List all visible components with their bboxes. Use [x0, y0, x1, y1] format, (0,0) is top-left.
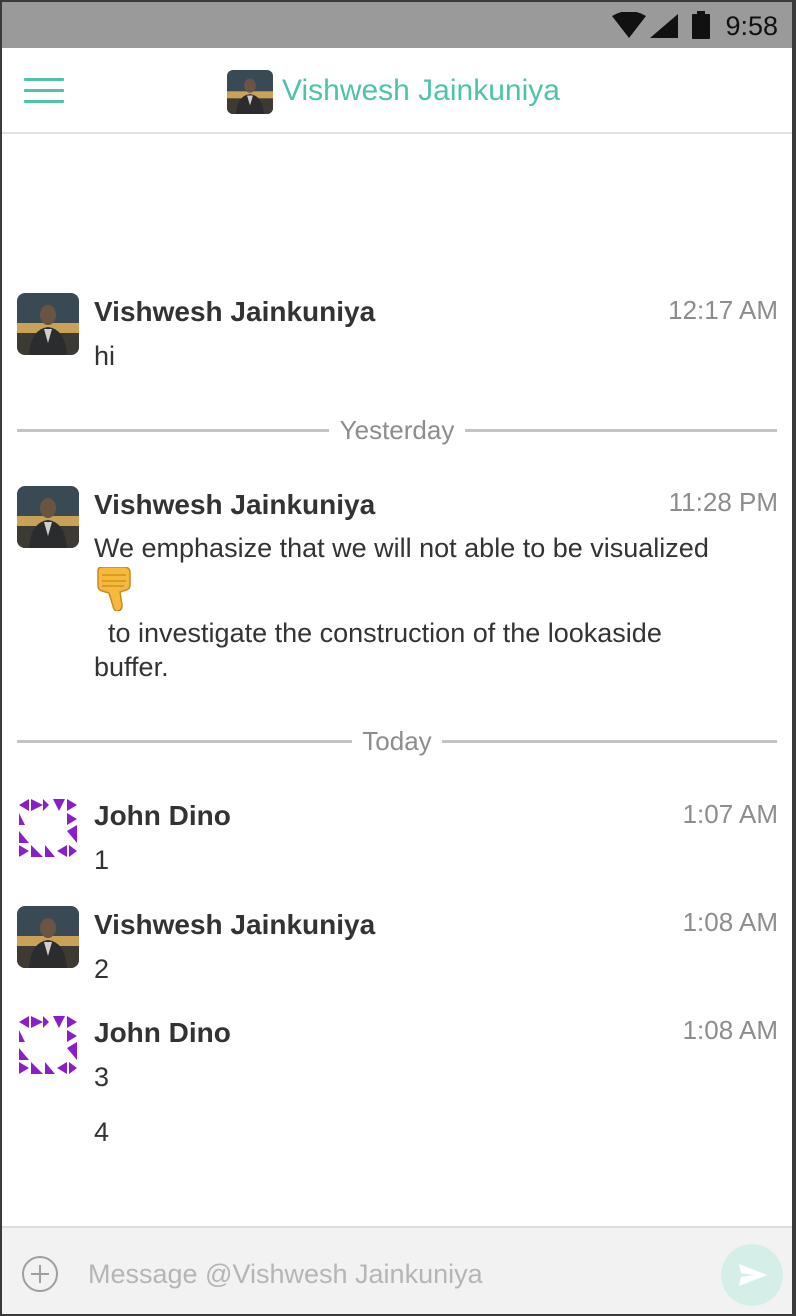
- chat-screen: 9:58 Vishwesh Jainkuniya Vishwesh Jainku…: [2, 2, 792, 1314]
- app-bar: Vishwesh Jainkuniya: [2, 48, 792, 134]
- send-button[interactable]: [721, 1244, 783, 1306]
- message-text: 1: [94, 845, 110, 875]
- avatar[interactable]: [17, 797, 79, 859]
- date-divider: Yesterday: [17, 415, 777, 445]
- wifi-icon: [612, 12, 646, 38]
- status-time: 9:58: [725, 11, 778, 41]
- date-divider-label: Yesterday: [329, 415, 465, 445]
- status-bar: 9:58: [2, 2, 792, 48]
- message-sender[interactable]: John Dino: [94, 800, 231, 832]
- hamburger-menu-icon[interactable]: [24, 78, 64, 104]
- message-text: 4: [94, 1117, 110, 1147]
- add-circle-icon[interactable]: [22, 1256, 58, 1292]
- message-time: 1:07 AM: [682, 799, 778, 829]
- avatar[interactable]: [17, 486, 79, 548]
- message-input[interactable]: [88, 1252, 688, 1296]
- header-avatar[interactable]: [227, 70, 273, 114]
- message-sender[interactable]: Vishwesh Jainkuniya: [94, 296, 375, 328]
- thumbs-down-emoji: [97, 567, 131, 611]
- message-text-line: We emphasize that we will not able to be…: [94, 533, 709, 563]
- message-text-line: buffer.: [94, 652, 169, 682]
- message-time: 1:08 AM: [682, 1015, 778, 1045]
- message-time: 1:08 AM: [682, 907, 778, 937]
- battery-icon: [692, 11, 710, 39]
- message-text: hi: [94, 341, 116, 371]
- message-sender[interactable]: Vishwesh Jainkuniya: [94, 489, 375, 521]
- avatar[interactable]: [17, 1014, 79, 1076]
- message-time: 12:17 AM: [668, 295, 778, 325]
- message-sender[interactable]: Vishwesh Jainkuniya: [94, 909, 375, 941]
- send-icon: [739, 1264, 767, 1286]
- conversation-title[interactable]: Vishwesh Jainkuniya: [282, 74, 560, 108]
- message-sender[interactable]: John Dino: [94, 1017, 231, 1049]
- message-text: 2: [94, 954, 110, 984]
- message-text-line: to investigate the construction of the l…: [108, 618, 662, 648]
- cellular-signal-icon: [650, 14, 678, 38]
- avatar[interactable]: [17, 293, 79, 355]
- message-text: 3: [94, 1062, 110, 1092]
- message-time: 11:28 PM: [668, 487, 778, 517]
- date-divider-label: Today: [352, 726, 442, 756]
- date-divider: Today: [17, 726, 777, 756]
- message-composer: [2, 1226, 792, 1314]
- avatar[interactable]: [17, 906, 79, 968]
